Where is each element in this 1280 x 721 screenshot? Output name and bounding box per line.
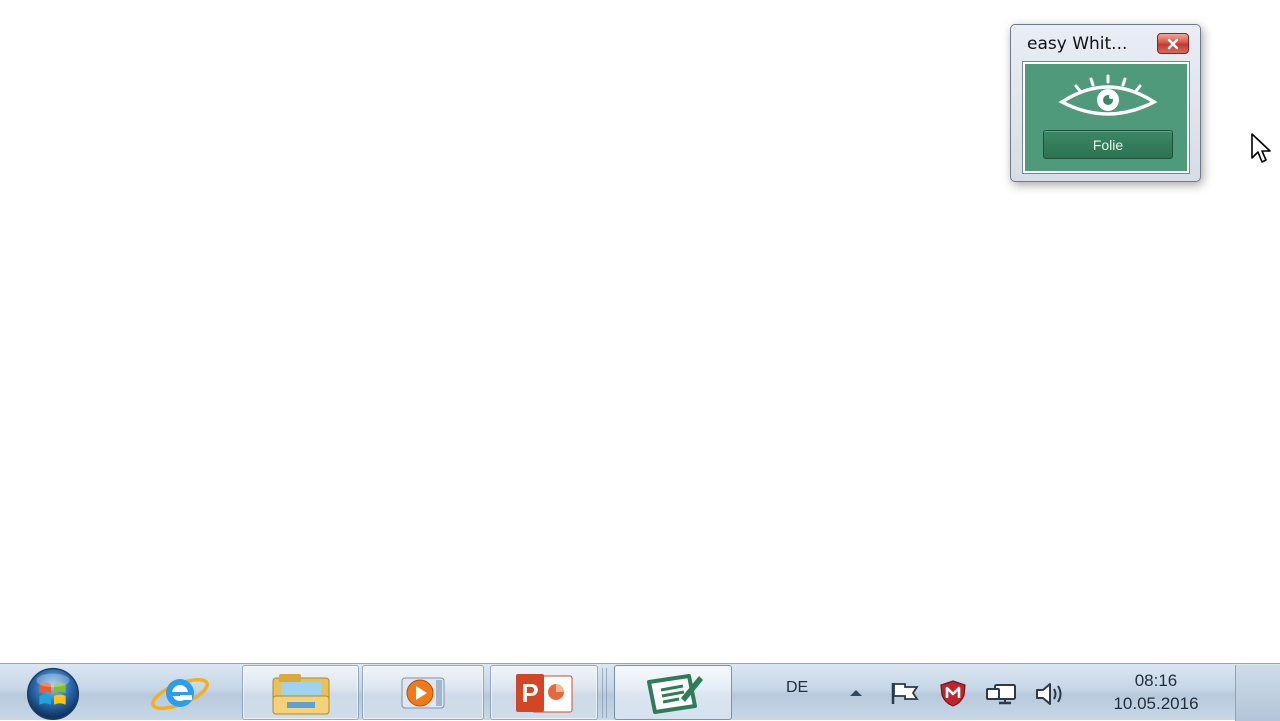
internet-explorer-icon (151, 677, 209, 710)
tool-panel: Folie (1022, 61, 1190, 174)
start-button[interactable] (16, 666, 90, 720)
windows-start-icon (26, 667, 80, 720)
powerpoint-icon: P (516, 673, 573, 712)
taskbar-separator (602, 668, 603, 718)
whiteboard-icon (647, 673, 703, 714)
taskbar-powerpoint[interactable]: P (490, 665, 598, 720)
mouse-cursor-icon (1251, 133, 1271, 163)
eye-icon (1058, 74, 1158, 116)
clock-date: 10.05.2016 (1113, 694, 1199, 713)
volume-icon[interactable] (1034, 681, 1066, 707)
taskbar: P DE 08:16 10.05.2016 (0, 663, 1280, 721)
show-desktop-button[interactable] (1235, 665, 1280, 721)
desktop[interactable]: easy Whit... Folie (0, 0, 1280, 663)
window-title: easy Whit... (1027, 34, 1128, 54)
media-player-icon (401, 677, 445, 708)
close-button[interactable] (1157, 33, 1189, 54)
tool-panel-background: Folie (1025, 64, 1187, 171)
taskbar-media-player[interactable] (362, 665, 484, 720)
clock-time: 08:16 (1134, 671, 1178, 690)
show-hidden-icons-arrow[interactable] (848, 688, 864, 698)
system-clock[interactable]: 08:16 10.05.2016 (1094, 670, 1218, 716)
taskbar-easy-whiteboard[interactable] (614, 665, 732, 720)
network-icon[interactable] (985, 681, 1017, 707)
folie-button[interactable]: Folie (1043, 130, 1173, 159)
folder-icon (272, 673, 329, 714)
action-center-flag-icon[interactable] (889, 681, 921, 705)
taskbar-windows-explorer[interactable] (242, 665, 359, 720)
language-indicator[interactable]: DE (786, 679, 808, 697)
close-icon (1167, 38, 1179, 49)
antivirus-shield-icon[interactable] (938, 679, 968, 707)
taskbar-internet-explorer[interactable] (124, 665, 236, 720)
svg-text:P: P (521, 678, 538, 708)
easy-whiteboard-window[interactable]: easy Whit... Folie (1010, 24, 1201, 182)
taskbar-separator (606, 668, 607, 718)
